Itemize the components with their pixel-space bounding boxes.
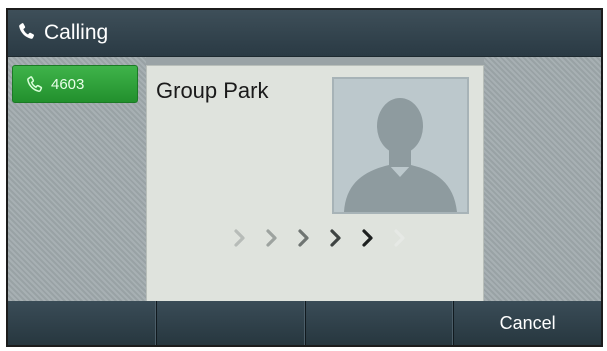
softkey-1[interactable] <box>8 301 156 345</box>
phone-handset-icon <box>27 76 43 92</box>
cancel-button[interactable]: Cancel <box>453 301 601 345</box>
line-key-4603[interactable]: 4603 <box>12 65 138 103</box>
progress-chevron-icon <box>234 229 245 247</box>
progress-chevron-icon <box>330 229 341 247</box>
call-info-panel: Group Park <box>146 65 484 303</box>
progress-chevron-icon <box>298 229 309 247</box>
progress-chevron-icon <box>362 229 373 247</box>
calling-progress-indicator <box>225 226 415 250</box>
contact-avatar <box>332 77 469 214</box>
softkey-2[interactable] <box>155 301 305 345</box>
progress-chevron-icon <box>394 229 405 247</box>
line-key-label: 4603 <box>51 76 85 93</box>
phone-handset-icon <box>19 23 35 39</box>
phone-screen: Calling 4603 Group Park Cancel <box>6 8 603 347</box>
softkey-bar: Cancel <box>8 301 601 345</box>
screen-title: Calling <box>44 21 109 44</box>
person-silhouette-icon <box>344 98 457 212</box>
right-panel-background <box>484 57 601 305</box>
title-bar: Calling <box>8 10 601 57</box>
contact-name: Group Park <box>156 78 269 103</box>
progress-chevron-icon <box>266 229 277 247</box>
softkey-3[interactable] <box>304 301 454 345</box>
